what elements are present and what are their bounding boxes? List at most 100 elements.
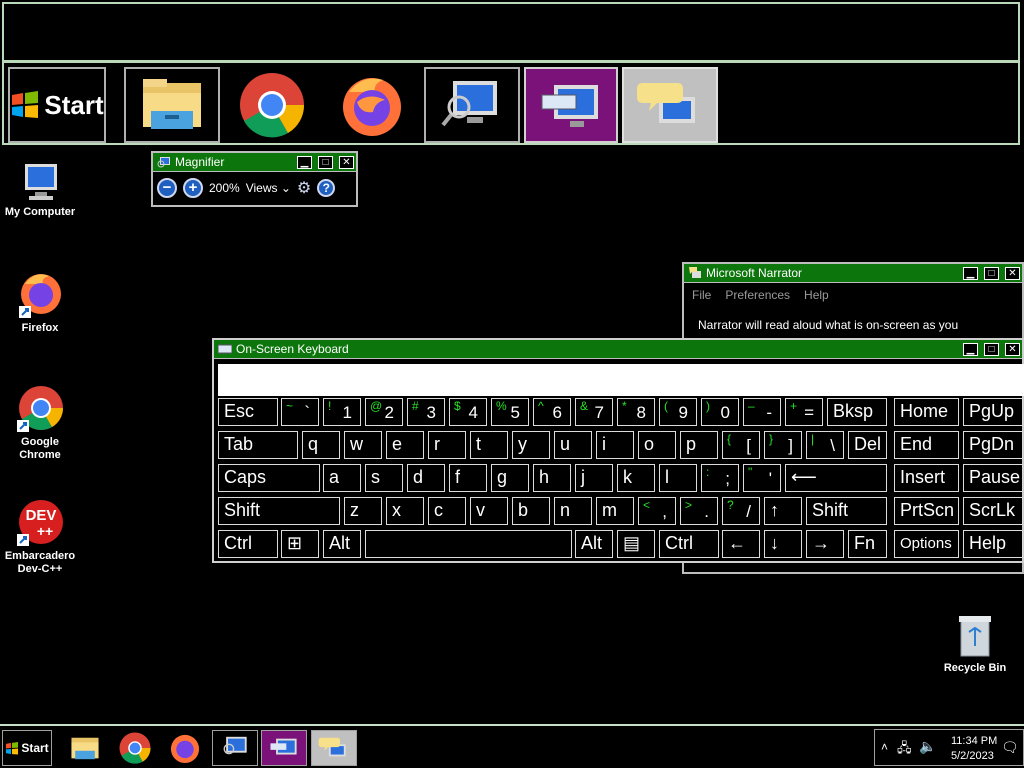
osk-key[interactable]: Home <box>894 398 959 426</box>
osk-key[interactable]: u <box>554 431 592 459</box>
osk-key[interactable]: → <box>806 530 844 558</box>
zoom-out-button[interactable]: − <box>157 178 177 198</box>
osk-key[interactable]: p <box>680 431 718 459</box>
osk-titlebar[interactable]: On-Screen Keyboard ▁ □ ✕ <box>214 340 1022 359</box>
osk-key[interactable]: ! 1 <box>323 398 361 426</box>
magnified-file-explorer-button[interactable] <box>124 67 220 143</box>
maximize-button[interactable]: □ <box>984 266 999 280</box>
close-button[interactable]: ✕ <box>339 155 354 169</box>
osk-key[interactable]: {[ <box>722 431 760 459</box>
taskbar-file-explorer[interactable] <box>62 730 108 766</box>
osk-key[interactable]: o <box>638 431 676 459</box>
speaker-icon[interactable]: 🔈 <box>919 738 936 755</box>
osk-key[interactable]: q <box>302 431 340 459</box>
taskbar-magnifier[interactable] <box>212 730 258 766</box>
osk-key[interactable]: & 7 <box>575 398 613 426</box>
osk-key[interactable]: Help <box>963 530 1023 558</box>
osk-key[interactable]: ⊞ <box>281 530 319 558</box>
osk-key[interactable]: (9 <box>659 398 697 426</box>
osk-key[interactable]: x <box>386 497 424 525</box>
taskbar-narrator[interactable] <box>311 730 357 766</box>
taskbar-on-screen-keyboard[interactable] <box>261 730 307 766</box>
osk-key[interactable]: Insert <box>894 464 959 492</box>
osk-key[interactable]: }] <box>764 431 802 459</box>
minimize-button[interactable]: ▁ <box>297 155 312 169</box>
osk-key[interactable]: <, <box>638 497 676 525</box>
osk-key[interactable]: l <box>659 464 697 492</box>
osk-key[interactable]: Ctrl <box>218 530 278 558</box>
osk-key[interactable]: Esc <box>218 398 278 426</box>
osk-key[interactable]: d <box>407 464 445 492</box>
maximize-button[interactable]: □ <box>318 155 333 169</box>
minimize-button[interactable]: ▁ <box>963 266 978 280</box>
osk-key[interactable]: f <box>449 464 487 492</box>
osk-key[interactable]: e <box>386 431 424 459</box>
osk-key[interactable]: w <box>344 431 382 459</box>
osk-key[interactable]: i <box>596 431 634 459</box>
desktop-icon-my-computer[interactable]: My Computer <box>0 160 80 219</box>
osk-key[interactable]: ? / <box>722 497 760 525</box>
menu-file[interactable]: File <box>692 288 711 302</box>
notification-icon[interactable]: 🗨 <box>1001 739 1019 756</box>
osk-key[interactable]: Fn <box>848 530 887 558</box>
magnifier-titlebar[interactable]: Magnifier ▁ □ ✕ <box>153 153 356 172</box>
osk-key[interactable]: z <box>344 497 382 525</box>
osk-key[interactable]: Options <box>894 530 959 558</box>
narrator-titlebar[interactable]: Microsoft Narrator ▁ □ ✕ <box>684 264 1022 283</box>
magnified-magnifier-button[interactable] <box>424 67 520 143</box>
osk-key[interactable]: Shift <box>806 497 887 525</box>
osk-key[interactable]: Caps <box>218 464 320 492</box>
osk-key[interactable]: s <box>365 464 403 492</box>
taskbar-chrome[interactable] <box>112 730 158 766</box>
osk-key[interactable]: k <box>617 464 655 492</box>
osk-key[interactable]: m <box>596 497 634 525</box>
desktop-icon-google-chrome[interactable]: Google Chrome <box>0 384 80 462</box>
desktop-icon-firefox[interactable]: Firefox <box>0 270 80 335</box>
close-button[interactable]: ✕ <box>1005 342 1020 356</box>
osk-key[interactable]: g <box>491 464 529 492</box>
gear-icon[interactable]: ⚙ <box>297 178 311 198</box>
osk-key[interactable]: Shift <box>218 497 340 525</box>
magnified-firefox-button[interactable] <box>324 67 420 143</box>
desktop-icon-dev-cpp[interactable]: DEV ++ Embarcadero Dev-C++ <box>0 498 80 576</box>
magnified-narrator-button[interactable] <box>622 67 718 143</box>
osk-key[interactable]: " ' <box>743 464 781 492</box>
osk-key[interactable]: v <box>470 497 508 525</box>
osk-key[interactable]: ▤ <box>617 530 655 558</box>
osk-key[interactable]: y <box>512 431 550 459</box>
magnifier-window[interactable]: Magnifier ▁ □ ✕ − + 200% Views ⌄ ⚙ ? <box>151 151 358 207</box>
help-icon[interactable]: ? <box>317 179 336 197</box>
osk-key[interactable]: PrtScn <box>894 497 959 525</box>
osk-key[interactable]: ^ 6 <box>533 398 571 426</box>
osk-key[interactable]: @2 <box>365 398 403 426</box>
clock-date[interactable]: 5/2/2023 <box>951 750 994 762</box>
taskbar-firefox[interactable] <box>162 730 208 766</box>
magnified-start-button[interactable]: Start <box>8 67 106 143</box>
minimize-button[interactable]: ▁ <box>963 342 978 356</box>
osk-key[interactable]: c <box>428 497 466 525</box>
osk-key[interactable]: #3 <box>407 398 445 426</box>
osk-key[interactable]: $4 <box>449 398 487 426</box>
network-icon[interactable]: 🖧 <box>897 739 912 761</box>
desktop-icon-recycle-bin[interactable]: Recycle Bin <box>936 612 1014 675</box>
close-button[interactable]: ✕ <box>1005 266 1020 280</box>
osk-key[interactable]: ↓ <box>764 530 802 558</box>
maximize-button[interactable]: □ <box>984 342 999 356</box>
magnified-keyboard-button[interactable] <box>524 67 618 143</box>
osk-key[interactable]: ~ ` <box>281 398 319 426</box>
menu-help[interactable]: Help <box>804 288 829 302</box>
osk-key[interactable]: | \ <box>806 431 844 459</box>
osk-key[interactable]: Tab <box>218 431 298 459</box>
osk-key[interactable]: End <box>894 431 959 459</box>
osk-key[interactable]: Ctrl <box>659 530 719 558</box>
osk-key[interactable]: ↑ <box>764 497 802 525</box>
osk-key[interactable]: Pause <box>963 464 1023 492</box>
osk-key[interactable]: t <box>470 431 508 459</box>
menu-preferences[interactable]: Preferences <box>725 288 790 302</box>
osk-key[interactable]: Del <box>848 431 887 459</box>
clock-time[interactable]: 11:34 PM <box>951 735 997 747</box>
osk-key[interactable]: ScrLk <box>963 497 1023 525</box>
osk-key[interactable]: PgDn <box>963 431 1023 459</box>
osk-key[interactable]: ← <box>722 530 760 558</box>
osk-key[interactable]: ⟵ <box>785 464 887 492</box>
